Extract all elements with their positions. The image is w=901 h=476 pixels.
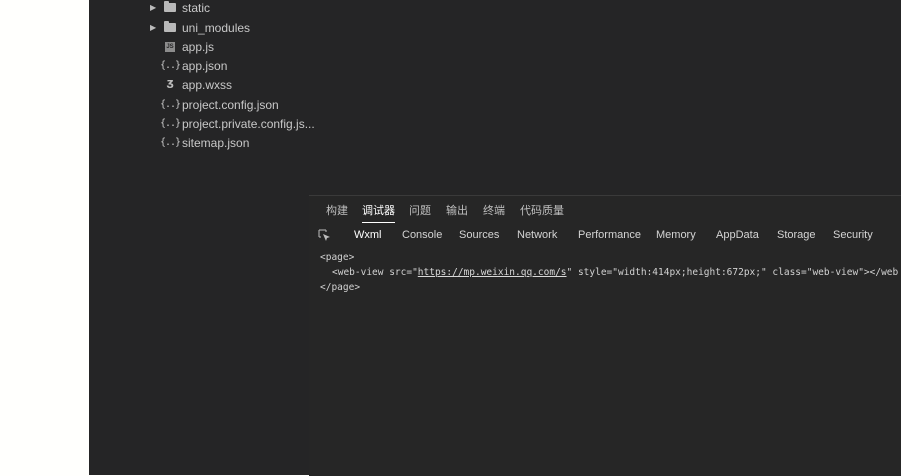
dom-node-page-open[interactable]: <page> (320, 250, 354, 265)
expand-arrow-icon[interactable]: ▶ (150, 3, 158, 12)
tab-memory[interactable]: Memory (656, 226, 696, 246)
dom-webview-suffix: " style="width:414px;height:672px;" clas… (566, 267, 899, 278)
tab-storage[interactable]: Storage (777, 226, 816, 246)
tree-item-app-wxss[interactable]: Ʒ app.wxss (89, 75, 329, 94)
tab-appdata[interactable]: AppData (716, 226, 759, 246)
js-file-icon: JS (165, 41, 175, 52)
dom-node-page-close[interactable]: </page> (320, 280, 360, 295)
css-file-icon: Ʒ (166, 78, 174, 91)
expand-arrow-icon[interactable]: ▶ (150, 23, 158, 32)
json-file-icon: {..} (159, 118, 181, 129)
left-blank-area (0, 0, 89, 475)
tree-item-label: app.wxss (182, 77, 233, 92)
tree-item-label: sitemap.json (182, 135, 250, 150)
inspect-element-icon[interactable] (318, 229, 331, 242)
tree-item-label: static (182, 0, 211, 15)
tab-wxml[interactable]: Wxml (354, 226, 382, 246)
tab-performance[interactable]: Performance (578, 226, 641, 246)
tree-item-static[interactable]: ▶ static (89, 0, 329, 17)
tab-output[interactable]: 输出 (446, 202, 468, 222)
tab-sources[interactable]: Sources (459, 226, 499, 246)
folder-icon (163, 21, 177, 34)
tab-debugger[interactable]: 调试器 (362, 202, 395, 223)
folder-icon (163, 1, 177, 14)
tab-network[interactable]: Network (517, 226, 557, 246)
dom-webview-url-link[interactable]: https://mp.weixin.qq.com/s (418, 267, 567, 278)
tree-item-label: uni_modules (182, 20, 251, 35)
devtools-sub-tab-bar: Wxml Console Sources Network Performance… (309, 226, 901, 248)
tab-terminal[interactable]: 终端 (483, 202, 505, 222)
tree-item-app-json[interactable]: {..} app.json (89, 56, 329, 75)
tab-build[interactable]: 构建 (326, 202, 348, 222)
json-file-icon: {..} (159, 137, 181, 148)
json-file-icon: {..} (159, 60, 181, 71)
tab-security[interactable]: Security (833, 226, 873, 246)
tab-console[interactable]: Console (402, 226, 442, 246)
tree-item-app-js[interactable]: JS app.js (89, 37, 329, 56)
tree-item-label: project.private.config.js... (182, 116, 315, 131)
devtools-panel: 构建 调试器 问题 输出 终端 代码质量 Wxml Console Source… (309, 195, 901, 476)
tab-problems[interactable]: 问题 (409, 202, 431, 222)
panel-tab-bar: 构建 调试器 问题 输出 终端 代码质量 (309, 202, 901, 223)
tree-item-label: app.js (182, 39, 215, 54)
dom-webview-prefix: <web-view src=" (332, 267, 418, 278)
tree-item-project-private-config[interactable]: {..} project.private.config.js... (89, 114, 329, 133)
dom-node-web-view[interactable]: <web-view src="https://mp.weixin.qq.com/… (332, 265, 898, 280)
tab-code-quality[interactable]: 代码质量 (520, 202, 564, 222)
ide-window: ▶ static ▶ uni_modules JS app.js {..} ap… (89, 0, 901, 476)
tree-item-project-config-json[interactable]: {..} project.config.json (89, 95, 329, 114)
tree-item-label: project.config.json (182, 97, 279, 112)
tree-item-uni-modules[interactable]: ▶ uni_modules (89, 18, 329, 37)
tree-item-sitemap-json[interactable]: {..} sitemap.json (89, 133, 329, 152)
tree-item-label: app.json (182, 58, 228, 73)
json-file-icon: {..} (159, 99, 181, 110)
